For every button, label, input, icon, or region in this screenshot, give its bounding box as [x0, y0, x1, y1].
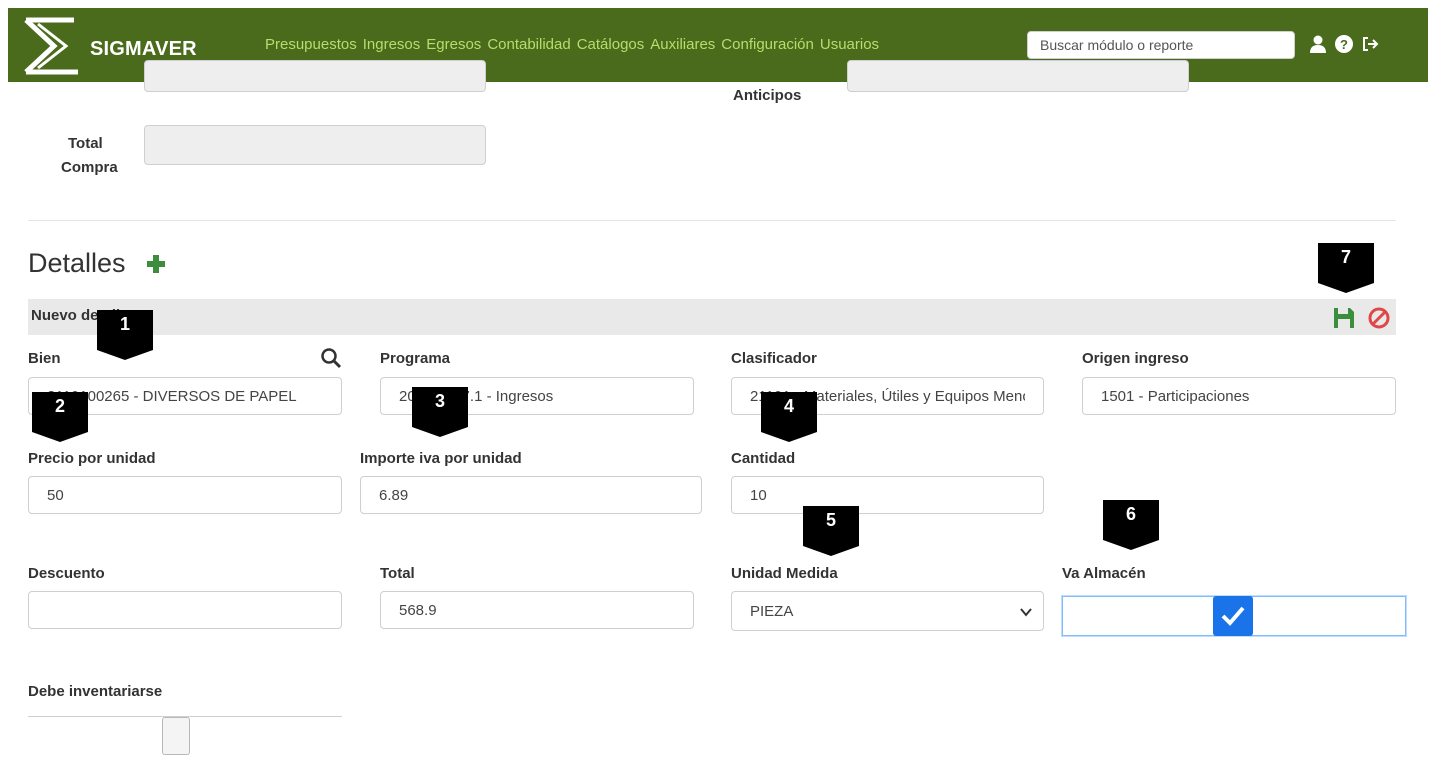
marker-2: 2	[32, 392, 88, 442]
va-almacen-checkbox[interactable]	[1213, 596, 1253, 636]
unidad-medida-label: Unidad Medida	[731, 565, 838, 582]
module-search-input[interactable]	[1027, 31, 1295, 59]
importe-iva-label: Importe iva por unidad	[360, 450, 522, 467]
descuento-field[interactable]	[28, 591, 342, 629]
anticipos-label: Anticipos	[733, 87, 802, 104]
marker-7: 7	[1318, 243, 1374, 293]
svg-text:?: ?	[1340, 37, 1348, 52]
total-compra-label-line1: Total	[68, 135, 103, 152]
origen-ingreso-label: Origen ingreso	[1082, 350, 1189, 367]
floppy-disk-icon[interactable]	[1333, 307, 1355, 329]
menu-contabilidad[interactable]: Contabilidad	[487, 36, 570, 53]
navbar-icons: ?	[1308, 34, 1380, 54]
nuevo-detalle-bar: Nuevo detalle	[28, 299, 1396, 335]
va-almacen-label: Va Almacén	[1062, 565, 1146, 582]
total-field[interactable]	[380, 591, 694, 629]
menu-ingresos[interactable]: Ingresos	[363, 36, 421, 53]
descuento-label: Descuento	[28, 565, 105, 582]
total-compra-field	[144, 125, 486, 165]
page: SIGMAVER Presupuestos Ingresos Egresos C…	[0, 0, 1441, 784]
total-label: Total	[380, 565, 415, 582]
cantidad-label: Cantidad	[731, 450, 796, 467]
menu-catalogos[interactable]: Catálogos	[577, 36, 645, 53]
precio-unidad-label: Precio por unidad	[28, 450, 156, 467]
cantidad-field[interactable]	[731, 476, 1044, 514]
importe-iva-field[interactable]	[360, 476, 702, 514]
marker-5: 5	[803, 506, 859, 556]
total-compra-label-line2: Compra	[61, 159, 118, 176]
marker-6: 6	[1103, 500, 1159, 550]
detalles-title: Detalles	[28, 248, 126, 278]
sigmaver-logo-icon[interactable]	[22, 14, 80, 76]
menu-configuracion[interactable]: Configuración	[721, 36, 814, 53]
brand-name[interactable]: SIGMAVER	[90, 38, 197, 61]
marker-3: 3	[412, 387, 468, 437]
main-menu: Presupuestos Ingresos Egresos Contabilid…	[265, 36, 879, 53]
divider	[28, 220, 1396, 221]
plus-icon[interactable]	[146, 254, 166, 274]
clasificador-label: Clasificador	[731, 350, 817, 367]
menu-egresos[interactable]: Egresos	[426, 36, 481, 53]
menu-usuarios[interactable]: Usuarios	[820, 36, 879, 53]
ban-icon[interactable]	[1368, 307, 1390, 329]
logout-icon[interactable]	[1360, 34, 1380, 54]
chevron-down-icon	[1020, 608, 1032, 617]
marker-1: 1	[97, 310, 153, 360]
user-icon[interactable]	[1308, 34, 1328, 54]
help-icon[interactable]: ?	[1334, 34, 1354, 54]
checkmark-icon	[1221, 606, 1245, 626]
programa-label: Programa	[380, 350, 451, 367]
debe-inventariarse-label: Debe inventariarse	[28, 683, 163, 700]
debe-inventariarse-field	[28, 716, 342, 766]
va-almacen-field	[1062, 596, 1406, 636]
menu-auxiliares[interactable]: Auxiliares	[650, 36, 715, 53]
unidad-medida-value: PIEZA	[750, 602, 794, 620]
search-icon[interactable]	[320, 347, 342, 369]
anticipos-field	[847, 60, 1189, 92]
origen-ingreso-field[interactable]	[1082, 377, 1396, 415]
menu-presupuestos[interactable]: Presupuestos	[265, 36, 357, 53]
debe-inventariarse-checkbox[interactable]	[162, 717, 190, 755]
upper-readonly-field	[144, 60, 486, 92]
precio-unidad-field[interactable]	[28, 476, 342, 514]
marker-4: 4	[761, 392, 817, 442]
unidad-medida-select[interactable]: PIEZA	[731, 591, 1044, 631]
bien-label: Bien	[28, 350, 61, 367]
